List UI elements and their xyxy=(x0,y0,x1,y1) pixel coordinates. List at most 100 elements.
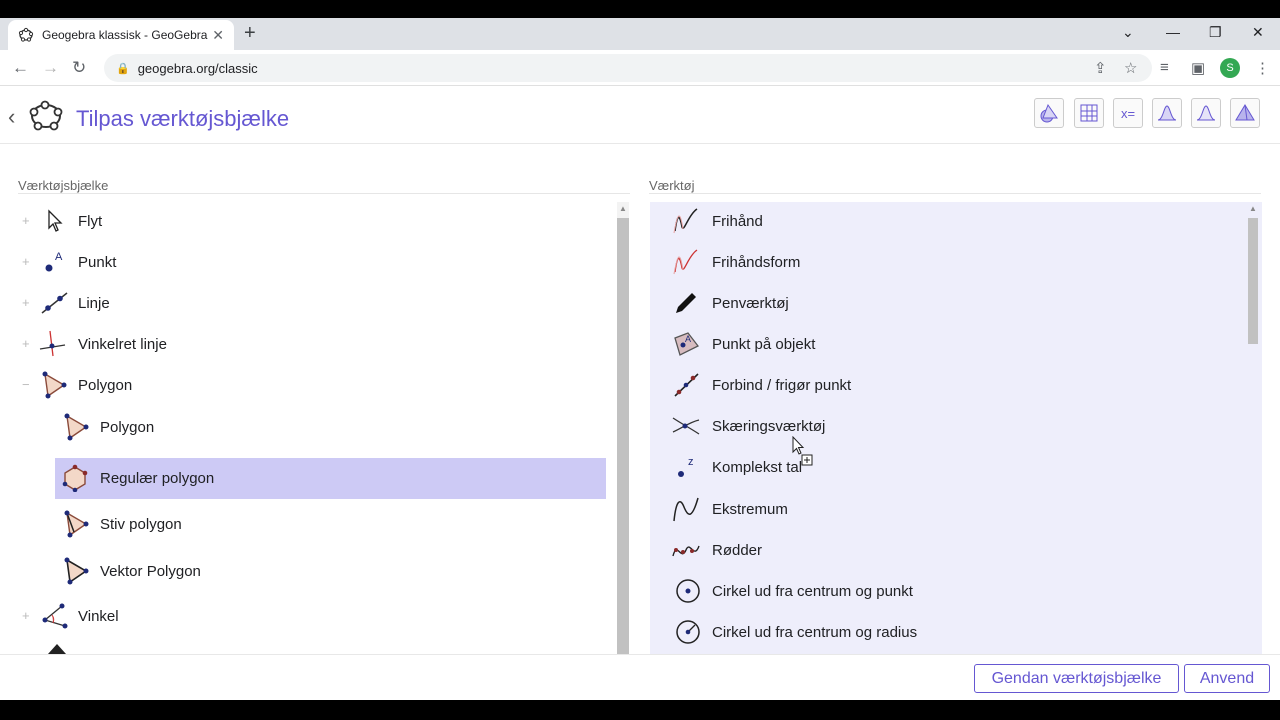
tree-item-move[interactable]: + Flyt xyxy=(16,202,606,240)
point-icon: A xyxy=(45,251,63,272)
tools-section-label: Værktøj xyxy=(649,178,695,193)
tool-item-freehand-shape[interactable]: Frihåndsform xyxy=(650,243,1240,281)
right-scrollbar-thumb[interactable] xyxy=(1248,218,1258,344)
expand-icon[interactable]: + xyxy=(22,608,30,623)
apply-button[interactable]: Anvend xyxy=(1184,664,1270,693)
tool-item-circle-center-point[interactable]: Cirkel ud fra centrum og punkt xyxy=(650,572,1240,610)
menu-kebab-icon[interactable]: ⋮ xyxy=(1255,59,1270,77)
tree-subitem-rigid-polygon[interactable]: Stiv polygon xyxy=(56,505,606,543)
back-chevron-icon[interactable]: ‹ xyxy=(8,104,15,130)
tree-item-label: Stiv polygon xyxy=(100,515,182,533)
left-scrollbar-thumb[interactable] xyxy=(617,218,629,654)
lock-icon: 🔒 xyxy=(116,62,130,75)
collapse-icon[interactable]: − xyxy=(22,377,30,392)
forward-arrow-icon[interactable]: → xyxy=(42,58,59,78)
browser-tab-strip: Geogebra klassisk - GeoGebra ✕ + ⌄ — ❐ ✕ xyxy=(0,18,1280,50)
tab-close-icon[interactable]: ✕ xyxy=(212,27,224,44)
tool-item-extremum[interactable]: Ekstremum xyxy=(650,490,1240,528)
tab-search-icon[interactable]: ⌄ xyxy=(1122,24,1134,41)
move-arrow-icon xyxy=(48,209,63,232)
expand-icon[interactable]: + xyxy=(22,254,30,269)
tool-item-roots[interactable]: Rødder xyxy=(650,531,1240,569)
screen: Geogebra klassisk - GeoGebra ✕ + ⌄ — ❐ ✕… xyxy=(0,0,1280,720)
tool-item-circle-center-radius[interactable]: Cirkel ud fra centrum og radius xyxy=(650,613,1240,651)
tree-item-line[interactable]: + Linje xyxy=(16,284,606,322)
attach-detach-point-icon xyxy=(674,373,699,397)
circle-center-radius-icon xyxy=(676,620,700,644)
perpendicular-line-icon xyxy=(39,330,66,357)
scroll-up-icon[interactable]: ▲ xyxy=(1249,204,1257,213)
page-title: Tilpas værktøjsbjælke xyxy=(76,106,290,131)
tool-label: Cirkel ud fra centrum og radius xyxy=(712,623,918,641)
pyramid-3d-toolbar-icon[interactable] xyxy=(1230,98,1260,128)
tool-item-point-on-object[interactable]: A Punkt på objekt xyxy=(650,325,1240,363)
toolbar-section-label: Værktøjsbjælke xyxy=(18,178,109,193)
partial-tool-icon xyxy=(48,644,66,654)
side-panel-icon[interactable]: ▣ xyxy=(1191,59,1205,77)
bookmark-star-icon[interactable]: ☆ xyxy=(1124,59,1137,77)
tool-label: Punkt på objekt xyxy=(712,335,816,353)
graphics-3d-toolbar-icon[interactable] xyxy=(1191,98,1221,128)
polygon-icon xyxy=(64,413,89,441)
tree-item-label: Regulær polygon xyxy=(100,469,215,487)
tree-item-polygon-group[interactable]: − Polygon xyxy=(16,366,606,404)
tool-item-complex-number[interactable]: z Komplekst tal xyxy=(650,448,1240,486)
point-on-object-icon: A xyxy=(674,332,699,356)
tool-item-attach-detach-point[interactable]: Forbind / frigør punkt xyxy=(650,366,1240,404)
tree-subitem-regular-polygon[interactable]: Regulær polygon xyxy=(56,459,606,497)
tool-label: Cirkel ud fra centrum og punkt xyxy=(712,582,913,600)
pen-icon xyxy=(676,293,696,313)
tools-list: Frihånd Frihåndsform Penværktøj A Punkt … xyxy=(650,202,1262,654)
angle-icon xyxy=(42,603,68,629)
tool-label: Ekstremum xyxy=(712,500,788,518)
restore-window-icon[interactable]: ❐ xyxy=(1209,24,1222,41)
tool-item-pen[interactable]: Penværktøj xyxy=(650,284,1240,322)
circle-center-point-icon xyxy=(676,579,700,603)
close-window-icon[interactable]: ✕ xyxy=(1252,24,1264,41)
line-icon xyxy=(41,292,68,314)
tool-item-intersect[interactable]: Skæringsværktøj xyxy=(650,407,1240,445)
minimize-icon[interactable]: — xyxy=(1166,24,1180,40)
drag-cursor-icon xyxy=(792,436,813,466)
tree-item-label: Vinkelret linje xyxy=(78,335,167,353)
new-tab-icon[interactable]: + xyxy=(244,22,256,45)
divider xyxy=(18,193,630,194)
back-arrow-icon[interactable]: ← xyxy=(12,58,29,78)
profile-avatar[interactable]: S xyxy=(1220,58,1240,78)
page-header: ‹ Tilpas værktøjsbjælke x= xyxy=(0,86,1280,144)
svg-text:z: z xyxy=(688,456,694,468)
tool-label: Komplekst tal xyxy=(712,458,803,476)
browser-toolbar: ← → ↻ 🔒 geogebra.org/classic ⇪ ☆ ≡ ▣ S ⋮ xyxy=(0,50,1280,86)
tool-label: Skæringsværktøj xyxy=(712,417,826,435)
scroll-up-icon[interactable]: ▲ xyxy=(619,204,627,213)
tree-subitem-vector-polygon[interactable]: Vektor Polygon xyxy=(56,552,606,590)
spreadsheet-toolbar-icon[interactable] xyxy=(1074,98,1104,128)
tree-item-perpendicular-line[interactable]: + Vinkelret linje xyxy=(16,325,606,363)
restore-toolbar-button[interactable]: Gendan værktøjsbjælke xyxy=(974,664,1179,693)
tree-item-angle[interactable]: + Vinkel xyxy=(16,597,606,635)
browser-tab[interactable]: Geogebra klassisk - GeoGebra ✕ xyxy=(8,20,234,50)
freehand-shape-icon xyxy=(673,249,698,275)
tab-title: Geogebra klassisk - GeoGebra xyxy=(42,28,208,42)
tree-item-label: Polygon xyxy=(100,418,155,436)
tree-item-label: Flyt xyxy=(78,212,103,230)
polygon-icon xyxy=(42,371,67,399)
tool-item-freehand[interactable]: Frihånd xyxy=(650,202,1240,240)
address-bar[interactable]: 🔒 geogebra.org/classic xyxy=(104,54,1152,82)
cas-toolbar-icon[interactable]: x= xyxy=(1113,98,1143,128)
tool-label: Penværktøj xyxy=(712,294,789,312)
footer: Gendan værktøjsbjælke Anvend xyxy=(0,654,1280,700)
reload-icon[interactable]: ↻ xyxy=(72,58,86,78)
tree-item-label: Vinkel xyxy=(78,607,119,625)
tree-item-label: Vektor Polygon xyxy=(100,562,201,580)
divider xyxy=(649,193,1261,194)
share-icon[interactable]: ⇪ xyxy=(1094,59,1107,77)
reading-list-icon[interactable]: ≡ xyxy=(1160,59,1169,76)
graphics-toolbar-icon[interactable] xyxy=(1034,98,1064,128)
expand-icon[interactable]: + xyxy=(22,295,30,310)
expand-icon[interactable]: + xyxy=(22,336,30,351)
tree-subitem-polygon[interactable]: Polygon xyxy=(56,408,606,446)
expand-icon[interactable]: + xyxy=(22,213,30,228)
tree-item-point[interactable]: + A Punkt xyxy=(16,243,606,281)
probability-toolbar-icon[interactable] xyxy=(1152,98,1182,128)
